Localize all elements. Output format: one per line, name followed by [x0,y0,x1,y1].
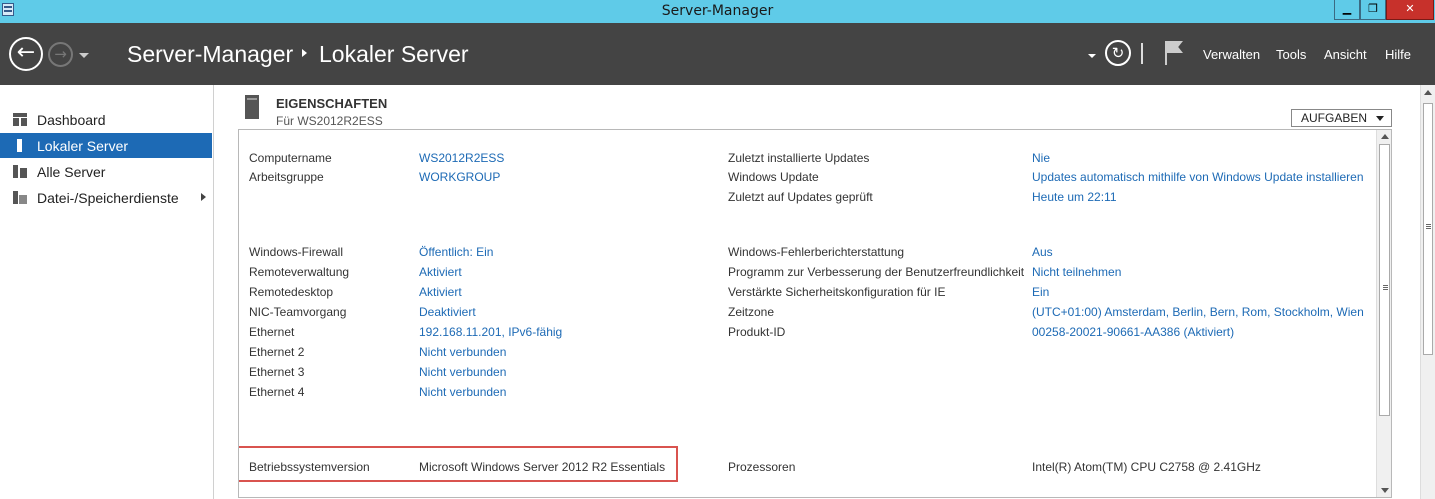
maximize-button[interactable]: ❐ [1360,0,1386,20]
property-value-link[interactable]: Deaktiviert [419,305,476,319]
sidebar-item-label: Datei-/Speicherdienste [37,190,179,206]
tasks-label: AUFGABEN [1301,111,1368,125]
property-label: Produkt-ID [728,325,786,339]
property-label: Ethernet 3 [249,365,305,379]
property-label: Computername [249,151,332,165]
breadcrumb-separator-icon [302,49,307,57]
minimize-button[interactable]: ▁ [1334,0,1360,20]
notifications-flag-icon[interactable] [1167,41,1183,53]
grip-icon [1383,285,1388,290]
back-button[interactable]: ← [9,37,43,71]
all-servers-icon [13,165,27,178]
sidebar-item-dashboard[interactable]: Dashboard [0,107,212,132]
property-value-link[interactable]: 192.168.11.201, IPv6-fähig [419,325,562,339]
properties-panel: Computername WS2012R2ESS Arbeitsgruppe W… [238,129,1392,498]
sidebar-item-all-servers[interactable]: Alle Server [0,159,212,184]
sidebar-item-label: Alle Server [37,164,106,180]
property-value-link[interactable]: Heute um 22:11 [1032,190,1117,204]
header-divider [1141,43,1143,64]
property-value-link[interactable]: Ein [1032,285,1049,299]
property-value-link[interactable]: (UTC+01:00) Amsterdam, Berlin, Bern, Rom… [1032,305,1364,319]
property-label: Verstärkte Sicherheitskonfiguration für … [728,285,946,299]
property-value-link[interactable]: Aktiviert [419,285,462,299]
refresh-dropdown-icon[interactable] [1088,54,1096,58]
breadcrumb-current: Lokaler Server [319,41,469,67]
property-label: Remotedesktop [249,285,334,299]
breadcrumb-root[interactable]: Server-Manager [127,41,293,68]
property-label: Windows-Fehlerberichterstattung [728,245,905,259]
property-label: Ethernet 4 [249,385,305,399]
scroll-up-icon[interactable] [1424,90,1432,95]
flag-pole [1165,41,1167,65]
property-label: Zuletzt installierte Updates [728,151,870,165]
processor-label: Prozessoren [728,460,796,474]
property-label: NIC-Teamvorgang [249,305,347,319]
window-title: Server-Manager [661,3,774,19]
title-bar: Server-Manager ▁ ❐ ✕ [0,0,1435,23]
os-version-value: Microsoft Windows Server 2012 R2 Essenti… [419,460,666,474]
property-label: Windows Update [728,170,819,184]
property-value-link[interactable]: Nicht verbunden [419,385,506,399]
scroll-thumb[interactable] [1379,144,1390,416]
panel-scrollbar[interactable] [1376,130,1391,497]
scroll-thumb[interactable] [1423,103,1433,355]
main-content: EIGENSCHAFTEN Für WS2012R2ESS AUFGABEN C… [215,85,1420,499]
section-subtitle: Für WS2012R2ESS [276,114,383,128]
forward-button[interactable]: → [48,42,73,67]
property-value-link[interactable]: WORKGROUP [419,170,500,184]
file-storage-icon [13,191,27,204]
section-title: EIGENSCHAFTEN [276,96,388,111]
property-value-link[interactable]: Nicht teilnehmen [1032,265,1121,279]
menu-tools[interactable]: Tools [1276,47,1306,62]
property-value-link[interactable]: Nicht verbunden [419,365,506,379]
submenu-arrow-icon[interactable] [201,193,206,201]
server-tile-icon [245,95,259,119]
tasks-dropdown[interactable]: AUFGABEN [1291,109,1392,127]
dashboard-icon [13,113,27,126]
menu-verwalten[interactable]: Verwalten [1203,47,1260,62]
sidebar-item-label: Dashboard [37,112,106,128]
local-server-icon [17,139,22,152]
sidebar-item-label: Lokaler Server [37,138,129,154]
close-button[interactable]: ✕ [1386,0,1434,20]
os-version-label: Betriebssystemversion [249,460,370,474]
refresh-icon[interactable]: ↻ [1105,40,1131,66]
property-label: Programm zur Verbesserung der Benutzerfr… [728,265,1025,279]
scroll-up-icon[interactable] [1381,134,1389,139]
property-value-link[interactable]: Nicht verbunden [419,345,506,359]
property-value-link[interactable]: Aktiviert [419,265,462,279]
property-label: Ethernet 2 [249,345,305,359]
property-label: Remoteverwaltung [249,265,350,279]
chevron-down-icon [1376,116,1384,121]
sidebar: Dashboard Lokaler Server Alle Server Dat… [0,85,214,499]
property-value-link[interactable]: Updates automatisch mithilfe von Windows… [1032,170,1364,184]
scroll-down-icon[interactable] [1381,488,1389,493]
property-label: Zuletzt auf Updates geprüft [728,190,873,204]
menu-ansicht[interactable]: Ansicht [1324,47,1367,62]
page-scrollbar[interactable] [1420,85,1435,499]
sidebar-item-local-server[interactable]: Lokaler Server [0,133,212,158]
property-value-link[interactable]: Öffentlich: Ein [419,245,493,259]
property-label: Zeitzone [728,305,775,319]
history-dropdown-icon[interactable] [79,53,89,58]
property-value-link[interactable]: WS2012R2ESS [419,151,504,165]
property-value-link[interactable]: Aus [1032,245,1053,259]
grip-icon [1426,224,1431,229]
property-label: Windows-Firewall [249,245,344,259]
property-label: Arbeitsgruppe [249,170,324,184]
property-value-link[interactable]: Nie [1032,151,1050,165]
property-label: Ethernet [249,325,295,339]
property-value-link[interactable]: 00258-20021-90661-AA386 (Aktiviert) [1032,325,1234,339]
app-header: ← → Server-Manager Lokaler Server ↻ Verw… [0,23,1435,85]
menu-hilfe[interactable]: Hilfe [1385,47,1411,62]
processor-value: Intel(R) Atom(TM) CPU C2758 @ 2.41GHz [1032,460,1261,474]
sidebar-item-file-storage[interactable]: Datei-/Speicherdienste [0,185,212,210]
